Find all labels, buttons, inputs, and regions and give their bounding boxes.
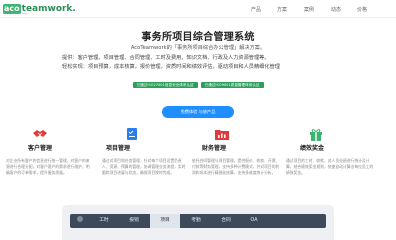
feature-title: 客户管理 bbox=[28, 145, 53, 152]
hero-desc-line-1: 提供：客户管理、项目管理、合同管理、工时及费用、知识文档、行政及人力资源管理等。 bbox=[62, 55, 270, 61]
feature-desc: 通过对项目和任务管理，针对每个项目设置负责人、资源、预算的管理，协调管理业务流程… bbox=[102, 158, 186, 175]
mockup-tab-project[interactable]: 项目 bbox=[150, 214, 180, 228]
nav-item-products[interactable]: 产品 bbox=[251, 6, 261, 13]
nav-item-news[interactable]: 动态 bbox=[331, 6, 341, 13]
nav-item-cases[interactable]: 案例 bbox=[304, 6, 314, 13]
mockup-tab-expense[interactable]: 报销 bbox=[120, 214, 148, 228]
feature-title: 绩效奖金 bbox=[300, 145, 325, 152]
badge-iso9001: 已通过ISO9001质量管理体系认证 bbox=[200, 82, 264, 88]
nav-item-solutions[interactable]: 方案 bbox=[277, 6, 287, 13]
feature-title: 项目管理 bbox=[106, 145, 131, 152]
mockup-logo-dot bbox=[77, 216, 83, 222]
feature-financial-management: 财务管理 依托合同管理与项目管理，提供报价、收款、开票、付款等财务管理，支持多种… bbox=[192, 126, 294, 175]
feature-project-management: 项目管理 通过对项目和任务管理，针对每个项目设置负责人、资源、预算的管理，协调管… bbox=[102, 126, 194, 175]
gift-icon bbox=[310, 129, 322, 141]
handshake-icon bbox=[33, 130, 47, 137]
product-screenshot-mockup: 工时 报销 项目 考勤 合同 OA bbox=[62, 205, 334, 240]
feature-desc: 通过项目的工时、收款，对人员业绩进行统计及计算，结合绩效奖金规则，快速自动计算出… bbox=[286, 158, 374, 175]
feature-customer-management: 客户管理 对企业所有客户的信息进行统一管理，对客户的来源进行合理分配，对客户客户… bbox=[6, 126, 98, 175]
mockup-tab-contract[interactable]: 合同 bbox=[212, 214, 240, 228]
nav-item-pricing[interactable]: 价格 bbox=[357, 6, 367, 13]
folder-chart-icon bbox=[215, 130, 229, 140]
main-nav: 产品 方案 案例 动态 价格 bbox=[0, 0, 396, 18]
badge-iso27001: 已通过ISO27001信息安全体系认证 bbox=[132, 82, 198, 88]
feature-desc: 对企业所有客户的信息进行统一管理，对客户的来源进行合理分配，对客户客户的需求进行… bbox=[6, 158, 90, 175]
mockup-tab-oa[interactable]: OA bbox=[242, 214, 266, 228]
mockup-tab-attendance[interactable]: 考勤 bbox=[182, 214, 210, 228]
feature-performance-bonus: 绩效奖金 通过项目的工时、收款，对人员业绩进行统计及计算，结合绩效奖金规则，快速… bbox=[286, 126, 392, 175]
hero-desc-line-2: 轻松实现：项目预算，成本核算，报价管理，资质时间和绩效评估，驱动项目和人员精细化… bbox=[62, 64, 280, 70]
mockup-tab-timesheet[interactable]: 工时 bbox=[90, 214, 118, 228]
free-trial-button[interactable]: 免费体验 与放产品 bbox=[162, 106, 234, 118]
hero-subtitle: AcoTeamwork的「事务所项目综合办公管理」解决方案。 bbox=[130, 45, 266, 51]
mockup-tab-bar: 工时 报销 项目 考勤 合同 OA bbox=[70, 214, 326, 228]
feature-desc: 依托合同管理与项目管理，提供报价、收款、开票、付款等财务管理，支持多种计费模式，… bbox=[192, 158, 280, 175]
feature-title: 财务管理 bbox=[202, 145, 227, 152]
page-title: 事务所项目综合管理系统 bbox=[141, 32, 255, 43]
checklist-icon bbox=[127, 128, 137, 140]
top-navigation-bar: aco teamwork. Lawfirms Management System… bbox=[0, 0, 396, 18]
certification-badges: 已通过ISO27001信息安全体系认证 已通过ISO9001质量管理体系认证 bbox=[0, 82, 396, 88]
